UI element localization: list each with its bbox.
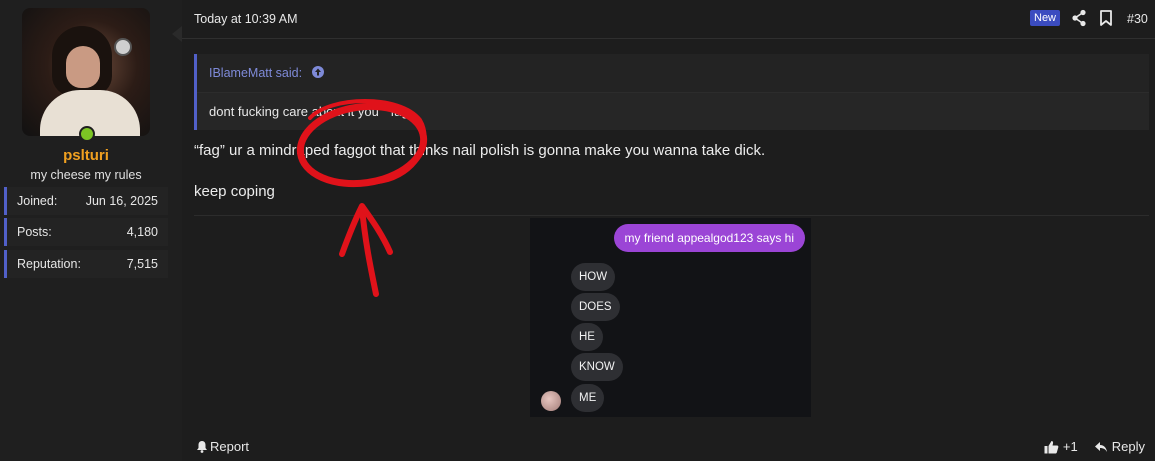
like-button[interactable]: +1 — [1044, 439, 1078, 454]
post-pointer-arrow — [172, 26, 182, 42]
chat-bubble-received: KNOW — [571, 353, 623, 381]
share-icon[interactable] — [1071, 9, 1087, 27]
reply-icon — [1094, 441, 1107, 452]
arrow-up-circle-icon[interactable] — [311, 65, 325, 79]
stat-posts: Posts: 4,180 — [4, 218, 168, 246]
chat-screenshot-image[interactable]: my friend appealgod123 says hi HOW DOES … — [530, 218, 811, 417]
stat-label: Joined: — [17, 194, 58, 208]
user-title: my cheese my rules — [30, 168, 142, 182]
stat-value[interactable]: 4,180 — [127, 225, 158, 239]
user-info-panel: pslturi my cheese my rules Joined: Jun 1… — [0, 0, 176, 461]
quote-author-link[interactable]: IBlameMatt said: — [209, 66, 302, 80]
reply-label: Reply — [1111, 439, 1145, 454]
avatar[interactable] — [22, 8, 150, 136]
post-header: Today at 10:39 AM New #30 — [182, 0, 1155, 39]
bell-icon — [197, 441, 207, 453]
online-status-indicator — [79, 126, 95, 142]
chat-bubble-received: DOES — [571, 293, 620, 321]
quote-header: IBlameMatt said: — [197, 54, 1149, 93]
report-link[interactable]: Report — [196, 439, 249, 454]
post-number-link[interactable]: #30 — [1127, 12, 1148, 26]
chat-avatar — [541, 391, 561, 411]
post-text-line: “fag” ur a mindraped faggot that thinks … — [194, 142, 766, 159]
post-container: Today at 10:39 AM New #30 IBlameMatt sai… — [182, 0, 1155, 461]
chat-bubble-sent: my friend appealgod123 says hi — [613, 224, 805, 252]
chat-bubble-received: ME — [571, 384, 605, 412]
quote-text: dont fucking care about it you " fag — [209, 104, 409, 119]
stat-label: Posts: — [17, 225, 52, 239]
reply-button[interactable]: Reply — [1094, 439, 1145, 454]
post-timestamp[interactable]: Today at 10:39 AM — [194, 12, 298, 26]
report-label: Report — [210, 439, 250, 454]
chat-bubble-received: HOW — [571, 263, 616, 291]
stat-value: Jun 16, 2025 — [85, 194, 158, 208]
stat-label: Reputation: — [17, 257, 81, 271]
new-badge: New — [1030, 10, 1061, 26]
like-count: +1 — [1062, 439, 1078, 454]
username-link[interactable]: pslturi — [0, 147, 172, 164]
stat-value: 7,515 — [126, 257, 158, 271]
post-text-line: keep coping — [194, 183, 275, 200]
quote-block: IBlameMatt said: dont fucking care about… — [194, 54, 1149, 130]
chat-bubble-received: HE — [571, 323, 603, 351]
divider — [194, 215, 1149, 216]
stat-reputation: Reputation: 7,515 — [4, 250, 168, 278]
bookmark-icon[interactable] — [1099, 10, 1113, 26]
post-actions: +1 Reply — [1044, 439, 1145, 454]
stat-joined: Joined: Jun 16, 2025 — [4, 187, 168, 215]
thumbs-up-icon — [1044, 440, 1059, 453]
